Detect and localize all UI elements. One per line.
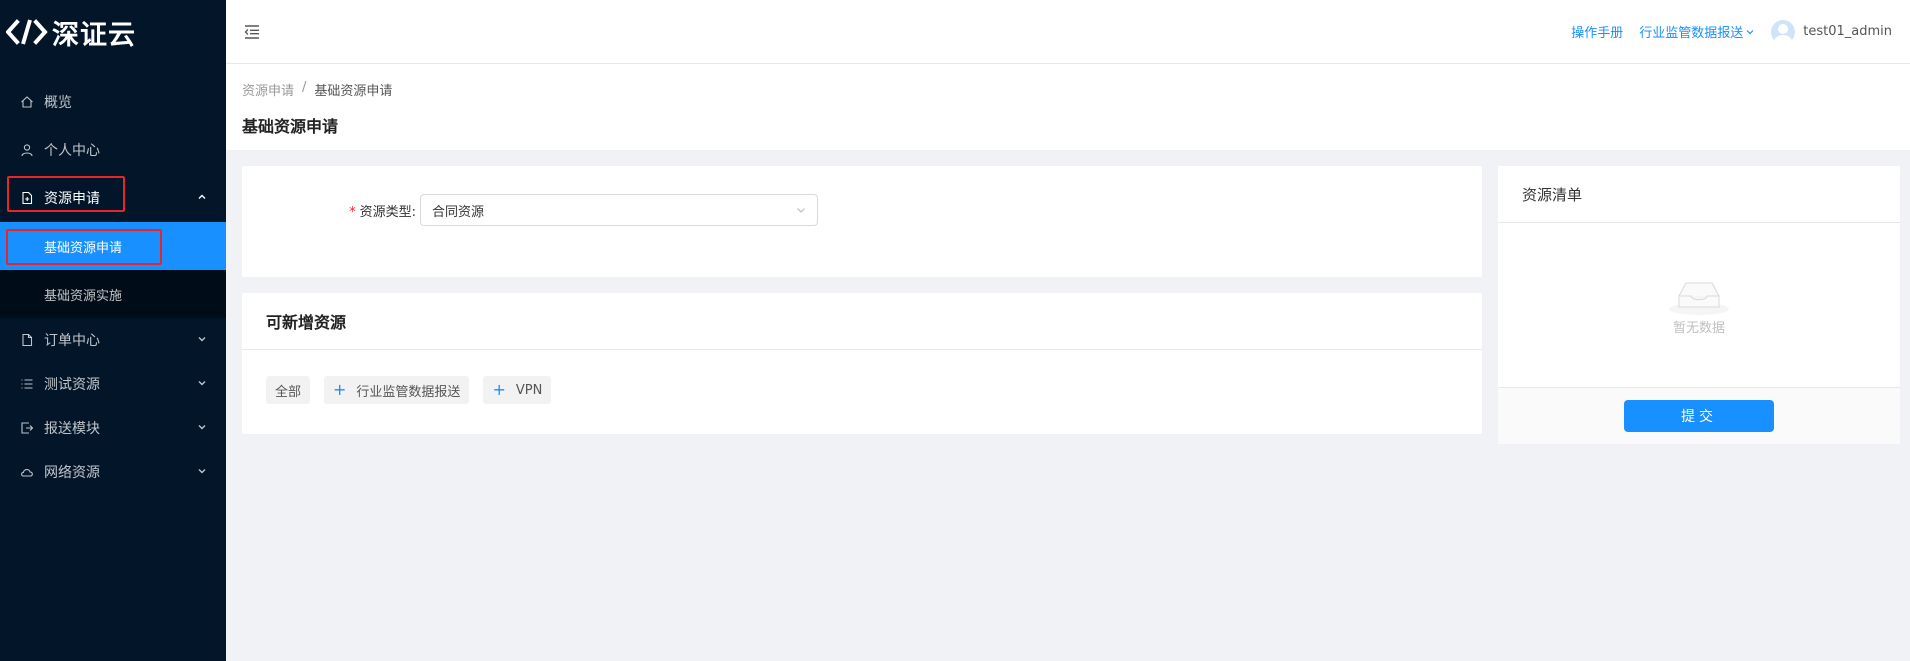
sidebar-item-basic-resource-implementation[interactable]: 基础资源实施 (0, 270, 226, 318)
top-header: 操作手册 行业监管数据报送 test01_admin (226, 0, 1910, 64)
file-icon (20, 333, 34, 347)
resource-type-form: * 资源类型: 合同资源 (242, 166, 1482, 277)
submit-button[interactable]: 提交 (1624, 400, 1774, 432)
file-add-icon (20, 191, 34, 205)
logo[interactable]: 深证云 (0, 0, 226, 64)
sidebar-item-label: 网络资源 (44, 465, 100, 481)
sidebar-menu: 概览 个人中心 资源申请 基础资源申请 基础资源实施 订单中心 测试资源 报送模… (0, 78, 226, 494)
plus-icon: + (492, 380, 506, 399)
tag-label: 行业监管数据报送 (356, 384, 461, 400)
tag-label: 全部 (275, 384, 302, 400)
resource-list-card: 资源清单 暂无数据 提交 (1498, 166, 1900, 444)
tag-industry-reporting[interactable]: + 行业监管数据报送 (324, 376, 470, 404)
page-title: 基础资源申请 (242, 117, 339, 136)
available-resources-card: 可新增资源 全部 + 行业监管数据报送 + VPN (242, 293, 1482, 434)
sidebar-item-network-resources[interactable]: 网络资源 (0, 450, 226, 494)
resource-type-value: 合同资源 (432, 204, 485, 220)
chevron-down-icon (198, 469, 206, 474)
sidebar-item-label: 个人中心 (44, 143, 100, 159)
user-menu[interactable]: test01_admin (1771, 19, 1892, 44)
tag-all[interactable]: 全部 (266, 376, 311, 404)
tag-label: VPN (515, 382, 543, 398)
resource-type-label-text: 资源类型: (359, 204, 416, 220)
sidebar-item-label: 概览 (44, 95, 72, 111)
breadcrumb-separator: / (302, 80, 307, 95)
available-resources-title: 可新增资源 (242, 293, 1482, 350)
menu-fold-icon[interactable] (242, 22, 262, 42)
main-area: 操作手册 行业监管数据报送 test01_admin 资源申请 / 基础资源申请… (226, 0, 1910, 661)
user-icon (20, 143, 34, 157)
cloud-icon (20, 465, 34, 479)
chevron-down-icon (198, 425, 206, 430)
required-mark: * (349, 204, 356, 220)
sidebar: 深证云 概览 个人中心 资源申请 基础资源申请 基础资源实施 订单中心 测试资源… (0, 0, 226, 661)
empty-text: 暂无数据 (1672, 321, 1725, 336)
chevron-down-icon (797, 208, 805, 213)
sidebar-item-overview[interactable]: 概览 (0, 78, 226, 126)
code-logo-icon (6, 19, 48, 45)
export-icon (20, 421, 34, 435)
resource-list-title: 资源清单 (1498, 166, 1900, 223)
sidebar-item-test-resources[interactable]: 测试资源 (0, 362, 226, 406)
submenu-resource-application: 基础资源申请 基础资源实施 (0, 222, 226, 318)
plus-icon: + (333, 380, 347, 399)
chevron-up-icon (198, 194, 206, 199)
sidebar-item-label: 基础资源申请 (44, 240, 123, 256)
chevron-down-icon (1746, 29, 1754, 34)
resource-list-footer: 提交 (1498, 387, 1900, 444)
sidebar-item-personal-center[interactable]: 个人中心 (0, 126, 226, 174)
page-header: 资源申请 / 基础资源申请 基础资源申请 (226, 64, 1910, 150)
sidebar-item-basic-resource-application[interactable]: 基础资源申请 (0, 222, 226, 270)
list-icon (20, 377, 34, 391)
sidebar-item-resource-application[interactable]: 资源申请 (0, 174, 226, 222)
chevron-down-icon (198, 337, 206, 342)
reporting-dropdown[interactable]: 行业监管数据报送 (1639, 22, 1755, 41)
sidebar-item-label: 测试资源 (44, 377, 100, 393)
reporting-dropdown-label: 行业监管数据报送 (1639, 26, 1744, 41)
sidebar-item-label: 资源申请 (44, 191, 100, 207)
tag-vpn[interactable]: + VPN (483, 376, 552, 404)
resource-tags: 全部 + 行业监管数据报送 + VPN (242, 350, 1482, 430)
breadcrumb: 资源申请 / 基础资源申请 (242, 80, 1894, 99)
breadcrumb-item[interactable]: 资源申请 (242, 80, 294, 99)
sidebar-item-label: 报送模块 (44, 421, 100, 437)
content-area: * 资源类型: 合同资源 可新增资源 全部 + 行业监管数据报送 + VPN 资… (226, 150, 1910, 444)
empty-inbox-icon (1669, 282, 1729, 315)
logo-text: 深证云 (52, 19, 136, 51)
sidebar-item-label: 订单中心 (44, 333, 100, 349)
sidebar-item-reporting-module[interactable]: 报送模块 (0, 406, 226, 450)
resource-list-empty: 暂无数据 (1498, 223, 1900, 387)
breadcrumb-item-current: 基础资源申请 (314, 84, 393, 99)
username: test01_admin (1803, 24, 1892, 39)
resource-type-label: * 资源类型: (334, 201, 416, 220)
manual-link[interactable]: 操作手册 (1571, 22, 1623, 41)
home-icon (20, 95, 34, 109)
sidebar-item-label: 基础资源实施 (44, 288, 123, 304)
sidebar-item-order-center[interactable]: 订单中心 (0, 318, 226, 362)
avatar (1771, 19, 1796, 44)
chevron-down-icon (198, 381, 206, 386)
resource-type-select[interactable]: 合同资源 (420, 194, 818, 226)
